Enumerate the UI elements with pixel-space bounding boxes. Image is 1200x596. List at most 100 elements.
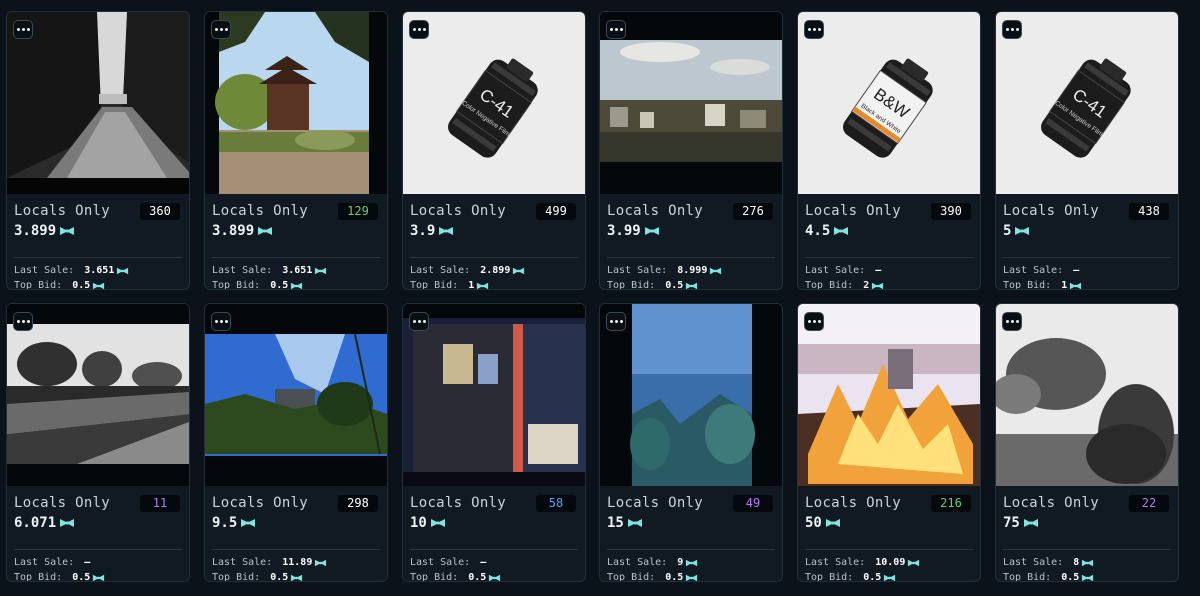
divider bbox=[212, 549, 380, 550]
nft-card[interactable]: Locals Only 298 9.5 Last Sale: 11.89 Top… bbox=[204, 303, 388, 582]
film-canister-image: C-41 Color Negative Film bbox=[403, 12, 585, 194]
edition-badge: 129 bbox=[338, 203, 378, 220]
top-bid: Top Bid: 1 bbox=[410, 280, 489, 290]
edition-badge: 58 bbox=[536, 495, 576, 512]
collection-name: Locals Only bbox=[805, 203, 902, 219]
more-options-button[interactable] bbox=[409, 20, 429, 39]
last-sale-label: Last Sale: bbox=[14, 265, 75, 276]
ellipsis-icon bbox=[1005, 320, 1009, 323]
collection-name: Locals Only bbox=[607, 495, 704, 511]
more-options-button[interactable] bbox=[211, 20, 231, 39]
edition-badge: 22 bbox=[1129, 495, 1169, 512]
more-options-button[interactable] bbox=[804, 20, 824, 39]
more-options-button[interactable] bbox=[606, 20, 626, 39]
nft-card[interactable]: Locals Only 276 3.99 Last Sale: 8.999 To… bbox=[599, 11, 783, 290]
nft-card[interactable]: Locals Only 360 3.899 Last Sale: 3.651 T… bbox=[6, 11, 190, 290]
card-image[interactable] bbox=[600, 12, 782, 194]
top-bid-label: Top Bid: bbox=[410, 280, 459, 290]
price: 15 bbox=[607, 515, 643, 531]
top-bid-value: 0.5 bbox=[665, 572, 684, 582]
more-options-button[interactable] bbox=[1002, 312, 1022, 331]
bowtie-icon bbox=[241, 519, 256, 527]
card-image[interactable]: C-41 Color Negative Film bbox=[403, 12, 585, 194]
bowtie-icon bbox=[315, 559, 327, 566]
bowtie-icon bbox=[1015, 227, 1030, 235]
ellipsis-icon bbox=[609, 320, 613, 323]
top-bid-value: 0.5 bbox=[1061, 572, 1080, 582]
top-bid-value: 1 bbox=[1061, 280, 1068, 290]
more-options-button[interactable] bbox=[13, 312, 33, 331]
card-info: Locals Only 22 75 Last Sale: 8 Top Bid: … bbox=[996, 486, 1178, 582]
last-sale: Last Sale: 2.899 bbox=[410, 265, 525, 276]
more-options-button[interactable] bbox=[1002, 20, 1022, 39]
edition-badge: 390 bbox=[931, 203, 971, 220]
nft-card[interactable]: Locals Only 216 50 Last Sale: 10.09 Top … bbox=[797, 303, 981, 582]
more-options-button[interactable] bbox=[606, 312, 626, 331]
price: 75 bbox=[1003, 515, 1039, 531]
collection-name: Locals Only bbox=[607, 203, 704, 219]
more-options-button[interactable] bbox=[13, 20, 33, 39]
divider bbox=[410, 257, 578, 258]
collection-name: Locals Only bbox=[1003, 495, 1100, 511]
nft-card[interactable]: Locals Only 49 15 Last Sale: 9 Top Bid: … bbox=[599, 303, 783, 582]
card-image[interactable]: B&W Black and White bbox=[798, 12, 980, 194]
last-sale: Last Sale: 3.651 bbox=[212, 265, 327, 276]
card-image[interactable] bbox=[798, 304, 980, 486]
last-sale: Last Sale: 3.651 bbox=[14, 265, 129, 276]
card-image[interactable] bbox=[7, 304, 189, 486]
price-value: 3.99 bbox=[607, 223, 641, 239]
top-bid: Top Bid: 0.5 bbox=[607, 280, 698, 289]
edition-badge: 216 bbox=[931, 495, 971, 512]
bowtie-icon bbox=[93, 574, 105, 581]
last-sale: Last Sale: 8 bbox=[1003, 557, 1094, 568]
divider bbox=[14, 549, 182, 550]
last-sale-label: Last Sale: bbox=[410, 265, 471, 276]
card-image[interactable] bbox=[403, 304, 585, 486]
card-image[interactable] bbox=[205, 304, 387, 486]
last-sale-value: 10.09 bbox=[875, 557, 906, 568]
bowtie-icon bbox=[291, 574, 303, 581]
top-bid-label: Top Bid: bbox=[805, 572, 854, 582]
nft-card[interactable]: Locals Only 58 10 Last Sale: – Top Bid: … bbox=[402, 303, 586, 582]
top-bid-label: Top Bid: bbox=[212, 280, 261, 290]
top-bid-label: Top Bid: bbox=[1003, 572, 1052, 582]
last-sale-value: 8.999 bbox=[677, 265, 708, 276]
bowtie-icon bbox=[60, 227, 75, 235]
last-sale-label: Last Sale: bbox=[805, 557, 866, 568]
bowtie-icon bbox=[291, 282, 303, 289]
nft-card[interactable]: C-41 Color Negative Film Locals Only 499… bbox=[402, 11, 586, 290]
edition-badge: 11 bbox=[140, 495, 180, 512]
price: 5 bbox=[1003, 223, 1030, 239]
top-bid-value: 0.5 bbox=[863, 572, 882, 582]
more-options-button[interactable] bbox=[409, 312, 429, 331]
divider bbox=[805, 257, 973, 258]
collection-name: Locals Only bbox=[410, 495, 507, 511]
card-image[interactable] bbox=[7, 12, 189, 194]
nft-card[interactable]: B&W Black and White Locals Only 390 4.5 … bbox=[797, 11, 981, 290]
card-info: Locals Only 499 3.9 Last Sale: 2.899 Top… bbox=[403, 194, 585, 290]
nft-card[interactable]: Locals Only 22 75 Last Sale: 8 Top Bid: … bbox=[995, 303, 1179, 582]
price-value: 50 bbox=[805, 515, 822, 531]
card-image[interactable] bbox=[205, 12, 387, 194]
nft-card[interactable]: C-41 Color Negative Film Locals Only 438… bbox=[995, 11, 1179, 290]
last-sale-value: – bbox=[1073, 265, 1080, 276]
price-value: 3.899 bbox=[14, 223, 57, 239]
last-sale-label: Last Sale: bbox=[14, 557, 75, 568]
divider bbox=[410, 549, 578, 550]
nft-card[interactable]: Locals Only 129 3.899 Last Sale: 3.651 T… bbox=[204, 11, 388, 290]
ellipsis-icon bbox=[609, 28, 613, 31]
price-value: 9.5 bbox=[212, 515, 238, 531]
ellipsis-icon bbox=[16, 320, 20, 323]
nft-card[interactable]: Locals Only 11 6.071 Last Sale: – Top Bi… bbox=[6, 303, 190, 582]
more-options-button[interactable] bbox=[211, 312, 231, 331]
ellipsis-icon bbox=[214, 320, 218, 323]
edition-badge: 499 bbox=[536, 203, 576, 220]
edition-badge: 438 bbox=[1129, 203, 1169, 220]
more-options-button[interactable] bbox=[804, 312, 824, 331]
bowtie-icon bbox=[1082, 574, 1094, 581]
card-image[interactable] bbox=[996, 304, 1178, 486]
card-image[interactable]: C-41 Color Negative Film bbox=[996, 12, 1178, 194]
bowtie-icon bbox=[258, 227, 273, 235]
card-image[interactable] bbox=[600, 304, 782, 486]
price: 50 bbox=[805, 515, 841, 531]
